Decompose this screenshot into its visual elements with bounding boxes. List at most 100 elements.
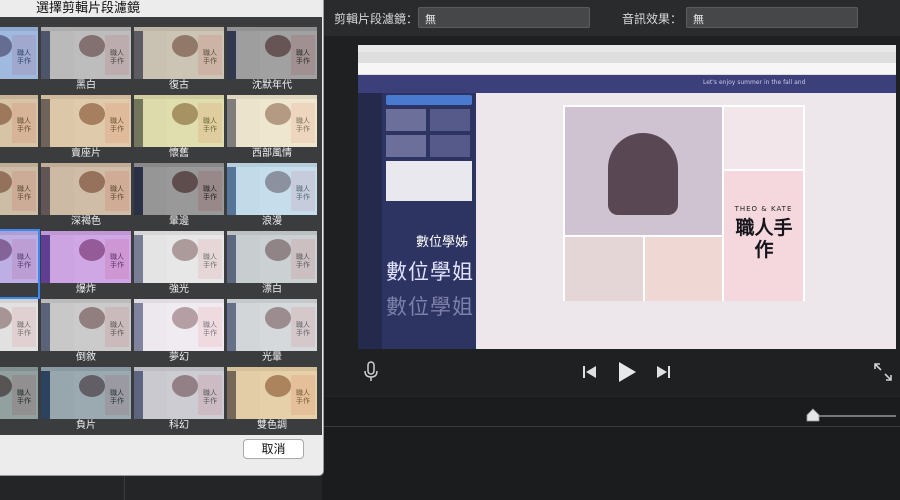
- filter-option[interactable]: 職人 手作 負片: [41, 367, 131, 433]
- browser-menubar: [358, 45, 896, 52]
- play-icon[interactable]: [617, 361, 637, 383]
- clip-filter-button[interactable]: 無: [418, 7, 590, 28]
- clip-filter-label: 剪輯片段濾鏡：: [334, 12, 419, 26]
- filter-label: 漂白: [262, 284, 282, 295]
- filter-thumbnail: 職人 手作: [41, 231, 131, 283]
- filter-option[interactable]: 職人 手作 黑白: [41, 27, 131, 93]
- filter-label: 科幻: [169, 420, 189, 431]
- audio-effect-label: 音訊效果：: [622, 12, 683, 26]
- zoom-slider-thumb[interactable]: [806, 408, 820, 422]
- filter-option[interactable]: 職人 手作 賣座片: [41, 95, 131, 161]
- filter-option[interactable]: 職人 手作 光暈: [227, 299, 317, 365]
- filter-thumbnail: 職人 手作: [0, 231, 38, 283]
- filter-thumbnail: 職人 手作: [227, 95, 317, 147]
- filter-thumbnail: 職人 手作: [41, 299, 131, 351]
- photo-berries: [724, 107, 803, 169]
- filter-thumbnail: 職人 手作: [0, 27, 38, 79]
- video-preview: Let's enjoy summer in the fall and THEO …: [358, 45, 896, 349]
- skip-back-icon[interactable]: [582, 365, 598, 379]
- filter-label: 賣座片: [71, 148, 101, 159]
- filter-option[interactable]: 職人 手作 夢幻: [134, 299, 224, 365]
- filter-thumbnail: 職人 手作: [134, 367, 224, 419]
- filter-thumbnail: 職人 手作: [41, 95, 131, 147]
- filter-option[interactable]: 職人 手作 強光: [134, 231, 224, 297]
- filter-option[interactable]: 職人 手作 爆炸: [41, 231, 131, 297]
- editor-nav: Let's enjoy summer in the fall and: [358, 75, 896, 93]
- filter-option[interactable]: 職人 手作 深褐色: [41, 163, 131, 229]
- filter-label: 沈默年代: [252, 80, 292, 91]
- filter-label: 浪漫: [262, 216, 282, 227]
- playback-controls: [322, 350, 900, 396]
- browser-tabs: [358, 52, 896, 63]
- filter-thumbnail: 職人 手作: [134, 27, 224, 79]
- panel-text-3: 數位學姐: [386, 295, 474, 319]
- filter-label: 夢幻: [169, 352, 189, 363]
- filter-label: 負片: [76, 420, 96, 431]
- filter-option[interactable]: 職人 手作 倒敘: [41, 299, 131, 365]
- filter-label: 彩: [0, 419, 38, 433]
- filter-label: 西部風情: [252, 148, 292, 159]
- filter-label: 界: [0, 351, 38, 365]
- filter-grid: 職人 手作 職人 手作 黑白 職人 手作 復古 職人 手作 沈默年代 職人 手作 職人 手作 賣座片 職人 手作懷…: [0, 17, 322, 435]
- filter-option[interactable]: 職人 手作: [0, 27, 38, 93]
- filter-thumbnail: 職人 手作: [0, 95, 38, 147]
- filter-option[interactable]: 職人 手作 浪漫: [227, 163, 317, 229]
- filter-label: 復古: [169, 80, 189, 91]
- filter-option[interactable]: 職人 手作: [0, 95, 38, 161]
- photo-cake: [645, 237, 722, 301]
- filter-thumbnail: 職人 手作: [227, 163, 317, 215]
- filter-label: 雙色調: [257, 420, 287, 431]
- editor-sidebar: [358, 93, 382, 349]
- photo-tart: [565, 237, 643, 301]
- filter-thumbnail: 職人 手作: [227, 299, 317, 351]
- filter-label: 光暈: [262, 352, 282, 363]
- panel-text-2: 數位學姐: [386, 260, 474, 284]
- filter-option[interactable]: 職人 手作 沈默年代: [227, 27, 317, 93]
- dialog-title: 選擇剪輯片段濾鏡: [0, 0, 323, 17]
- filter-option[interactable]: 職人手作影: [0, 229, 40, 299]
- fullscreen-icon[interactable]: [874, 363, 892, 381]
- timeline-divider: [322, 426, 900, 427]
- filter-thumbnail: 職人 手作: [134, 95, 224, 147]
- filter-option[interactable]: 職人 手作 復古: [134, 27, 224, 93]
- filter-label: 深褐色: [71, 216, 101, 227]
- filter-label: [0, 215, 38, 229]
- filter-thumbnail: 職人 手作: [227, 27, 317, 79]
- filter-option[interactable]: 職人 手作 雙色調: [227, 367, 317, 433]
- filter-dialog: 選擇剪輯片段濾鏡 職人 手作 職人 手作 黑白 職人 手作 復古 職人 手作 沈默年代 職人 手作 職人手…: [0, 0, 324, 476]
- filter-option[interactable]: 職人 手作: [0, 163, 38, 229]
- cancel-button[interactable]: 取消: [243, 439, 304, 459]
- filter-thumbnail: 職人 手作: [134, 299, 224, 351]
- inspector-bar: 剪輯片段濾鏡： 無 音訊效果： 無: [322, 0, 900, 36]
- design-hero-text: 職人手作: [735, 217, 793, 261]
- filter-option[interactable]: 職人 手作 科幻: [134, 367, 224, 433]
- filter-option[interactable]: 職人手作界: [0, 299, 38, 365]
- filter-label: 倒敘: [76, 352, 96, 363]
- filter-option[interactable]: 職人 手作 暈邊: [134, 163, 224, 229]
- microphone-icon[interactable]: [363, 361, 379, 383]
- filter-thumbnail: 職人 手作: [227, 367, 317, 419]
- filter-thumbnail: 職人 手作: [134, 163, 224, 215]
- audio-effect-button[interactable]: 無: [686, 7, 858, 28]
- filter-thumbnail: 職人 手作: [41, 367, 131, 419]
- filter-thumbnail: 職人 手作: [0, 367, 38, 419]
- cupcake-shape: [608, 133, 678, 215]
- skip-forward-icon[interactable]: [655, 365, 671, 379]
- filter-option[interactable]: 職人 手作 漂白: [227, 231, 317, 297]
- filter-thumbnail: 職人 手作: [41, 163, 131, 215]
- filter-label: 強光: [169, 284, 189, 295]
- filter-label: 暈邊: [169, 216, 189, 227]
- zoom-slider-track[interactable]: [812, 415, 896, 417]
- filter-thumbnail: 職人 手作: [134, 231, 224, 283]
- filter-option[interactable]: 職人 手作 西部風情: [227, 95, 317, 161]
- filter-label: 黑白: [76, 80, 96, 91]
- filter-thumbnail: 職人 手作: [41, 27, 131, 79]
- filter-option[interactable]: 職人 手作 懷舊: [134, 95, 224, 161]
- filter-label: [0, 147, 38, 161]
- filter-option[interactable]: 職人手作彩: [0, 367, 38, 433]
- design-theo-text: THEO & KATE: [734, 205, 793, 213]
- filter-thumbnail: 職人 手作: [227, 231, 317, 283]
- filter-thumbnail: 職人 手作: [0, 299, 38, 351]
- filter-label: 爆炸: [76, 284, 96, 295]
- editor-nav-text: Let's enjoy summer in the fall and: [703, 79, 806, 86]
